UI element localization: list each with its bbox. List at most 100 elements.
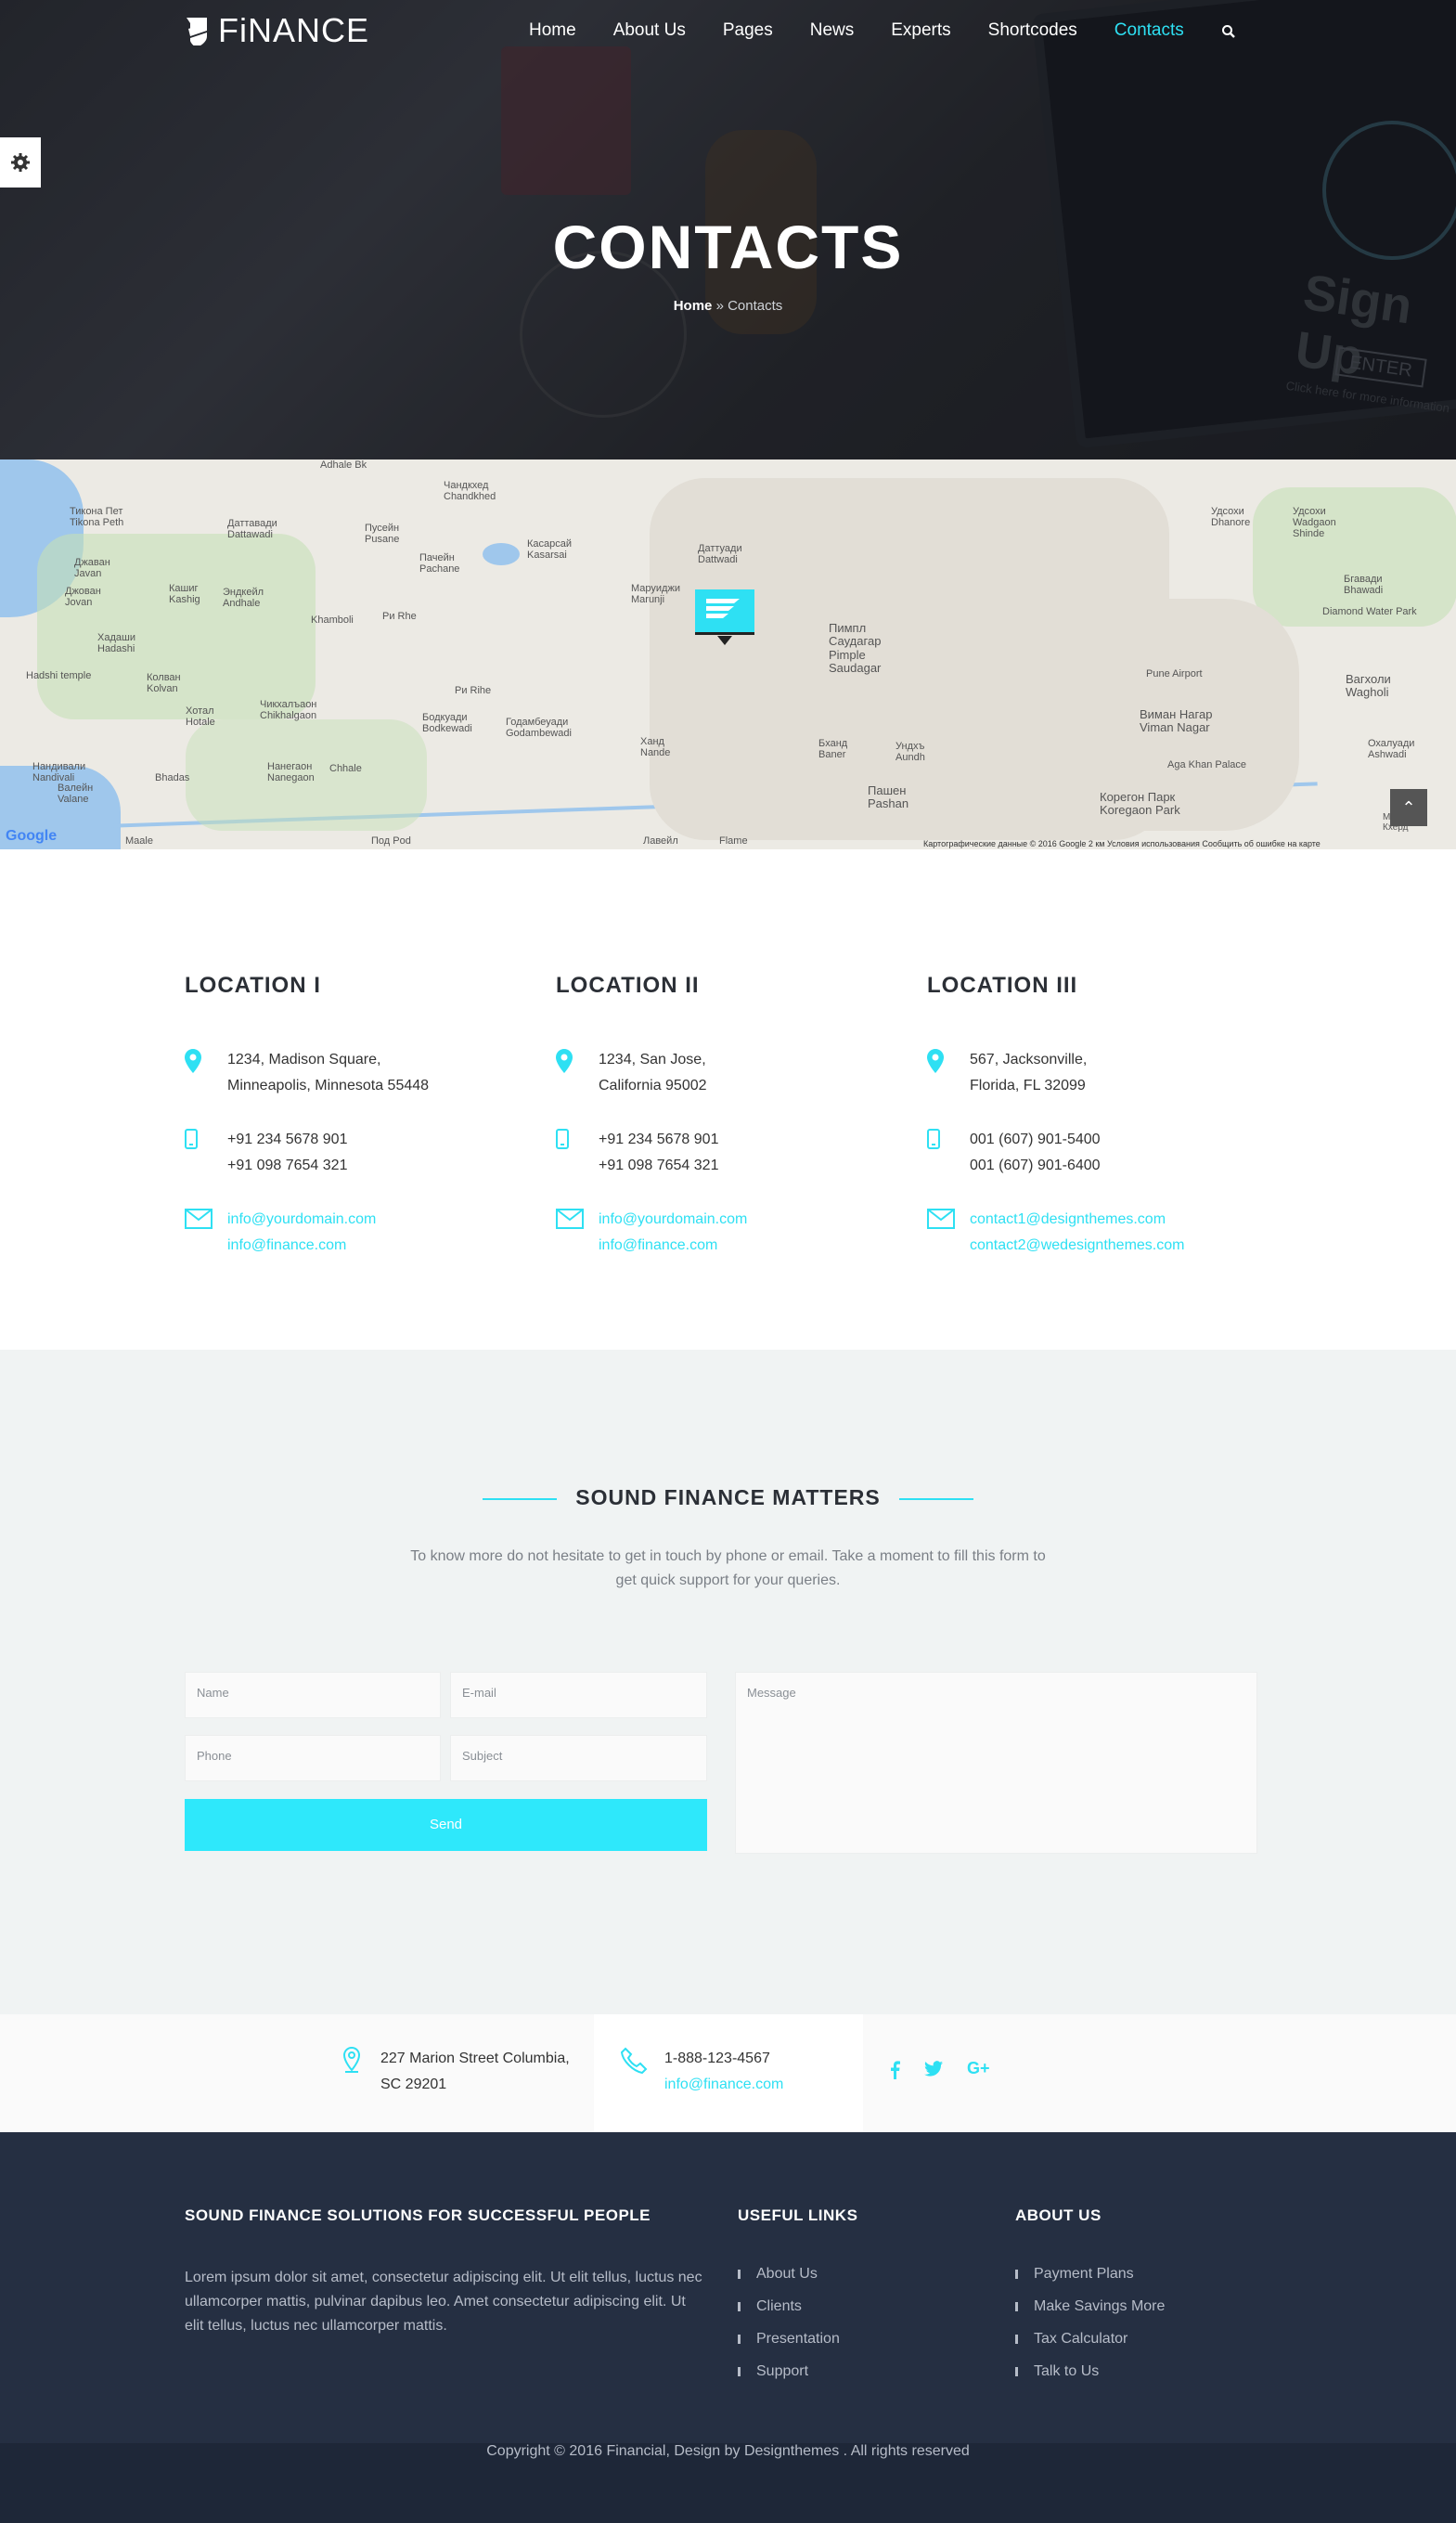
scroll-top-button[interactable]: ⌃ bbox=[1390, 789, 1427, 826]
map-label: Годамбеуади Godambewadi bbox=[506, 717, 572, 740]
google-map[interactable]: Adhale Bk Чандкхед Chandkhed Тиконa Пет … bbox=[0, 459, 1456, 849]
map-label: Хотал Hotale bbox=[186, 705, 215, 729]
breadcrumb-home[interactable]: Home bbox=[674, 298, 713, 314]
google-plus-icon[interactable]: G+ bbox=[967, 2059, 990, 2079]
footer-links-title: USEFUL LINKS bbox=[738, 2206, 858, 2224]
logo-shield-icon bbox=[187, 18, 207, 45]
contact-info-strip: 227 Marion Street Columbia, SC 29201 1-88… bbox=[0, 2014, 1456, 2132]
map-label: Aga Khan Palace bbox=[1167, 759, 1247, 770]
footer-link[interactable]: Clients bbox=[738, 2298, 840, 2315]
nav-contacts[interactable]: Contacts bbox=[1115, 20, 1184, 41]
useful-links-list: About Us Clients Presentation Support bbox=[738, 2266, 840, 2396]
phone-row: 001 (607) 901-5400 001 (607) 901-6400 bbox=[927, 1127, 1298, 1179]
nav-news[interactable]: News bbox=[810, 20, 855, 41]
nav-shortcodes[interactable]: Shortcodes bbox=[988, 20, 1077, 41]
footer-link[interactable]: Support bbox=[738, 2363, 840, 2380]
envelope-icon bbox=[556, 1209, 584, 1229]
footer-link[interactable]: Talk to Us bbox=[1015, 2363, 1165, 2380]
email-link[interactable]: info@yourdomain.com bbox=[599, 1207, 747, 1233]
map-label: Даттуади Dattwadi bbox=[698, 543, 742, 566]
phone-number[interactable]: +91 234 5678 901 bbox=[227, 1127, 347, 1153]
map-label: Chhale bbox=[329, 763, 362, 774]
email-link[interactable]: info@finance.com bbox=[599, 1233, 747, 1259]
map-location-marker[interactable] bbox=[695, 589, 754, 645]
phone-row: +91 234 5678 901 +91 098 7654 321 bbox=[556, 1127, 927, 1179]
phone-number[interactable]: 001 (607) 901-6400 bbox=[970, 1153, 1101, 1179]
nav-about-us[interactable]: About Us bbox=[613, 20, 686, 41]
search-icon[interactable] bbox=[1221, 24, 1236, 39]
twitter-icon[interactable] bbox=[924, 2061, 943, 2077]
breadcrumb-separator: » bbox=[715, 298, 724, 314]
email-link[interactable]: info@yourdomain.com bbox=[227, 1207, 376, 1233]
email-link[interactable]: info@finance.com bbox=[227, 1233, 376, 1259]
subject-input[interactable]: Subject bbox=[450, 1735, 707, 1781]
email-row: info@yourdomain.com info@finance.com bbox=[185, 1207, 556, 1259]
phone-number[interactable]: 001 (607) 901-5400 bbox=[970, 1127, 1101, 1153]
map-label: Под Pod bbox=[371, 835, 411, 847]
name-input[interactable]: Name bbox=[185, 1672, 441, 1718]
strip-phone[interactable]: 1-888-123-4567 bbox=[664, 2046, 783, 2072]
footer-link[interactable]: Tax Calculator bbox=[1015, 2331, 1165, 2348]
section-heading: SOUND FINANCE MATTERS bbox=[0, 1485, 1456, 1510]
social-links: G+ bbox=[889, 2059, 990, 2079]
address-row: 1234, San Jose, California 95002 bbox=[556, 1047, 927, 1099]
envelope-icon bbox=[185, 1209, 213, 1229]
message-textarea[interactable]: Message bbox=[735, 1672, 1257, 1854]
about-links-list: Payment Plans Make Savings More Tax Calc… bbox=[1015, 2266, 1165, 2396]
email-link[interactable]: contact1@designthemes.com bbox=[970, 1207, 1184, 1233]
email-link[interactable]: contact2@wedesignthemes.com bbox=[970, 1233, 1184, 1259]
email-input[interactable]: E-mail bbox=[450, 1672, 707, 1718]
map-pin-icon bbox=[342, 2046, 361, 2073]
strip-address-line: 227 Marion Street Columbia, bbox=[380, 2051, 570, 2066]
section-subtitle: To know more do not hesitate to get in t… bbox=[410, 1548, 1046, 1588]
nav-experts[interactable]: Experts bbox=[891, 20, 950, 41]
map-label: Валейн Valane bbox=[58, 783, 94, 806]
map-label: Лавейл bbox=[643, 835, 678, 847]
map-pin-icon bbox=[556, 1049, 573, 1073]
send-button[interactable]: Send bbox=[185, 1799, 707, 1851]
footer-link[interactable]: About Us bbox=[738, 2266, 840, 2283]
map-label: Нанегаон Nanegaon bbox=[267, 761, 315, 784]
location-card: LOCATION I 1234, Madison Square, Minneapo… bbox=[185, 973, 556, 1287]
email-row: contact1@designthemes.com contact2@wedesi… bbox=[927, 1207, 1298, 1259]
map-attribution[interactable]: Картографические данные © 2016 Google 2 … bbox=[923, 839, 1321, 848]
page-title: CONTACTS bbox=[552, 213, 904, 281]
breadcrumb-current: Contacts bbox=[728, 298, 783, 314]
site-logo[interactable]: FiNANCE bbox=[185, 11, 369, 50]
phone-input[interactable]: Phone bbox=[185, 1735, 441, 1781]
settings-toggle[interactable] bbox=[0, 137, 41, 188]
footer-link[interactable]: Payment Plans bbox=[1015, 2266, 1165, 2283]
map-label: Чандкхед Chandkhed bbox=[444, 480, 496, 503]
mobile-phone-icon bbox=[185, 1129, 198, 1149]
phone-row: +91 234 5678 901 +91 098 7654 321 bbox=[185, 1127, 556, 1179]
facebook-icon[interactable] bbox=[889, 2061, 900, 2079]
footer-link[interactable]: Make Savings More bbox=[1015, 2298, 1165, 2315]
footer-link[interactable]: Presentation bbox=[738, 2331, 840, 2348]
map-label: Виман Нагар Viman Nagar bbox=[1140, 707, 1213, 735]
locations-section: LOCATION I 1234, Madison Square, Minneapo… bbox=[185, 973, 1298, 1287]
email-row: info@yourdomain.com info@finance.com bbox=[556, 1207, 927, 1259]
mobile-phone-icon bbox=[556, 1129, 569, 1149]
map-label: Джаван Javan bbox=[74, 557, 110, 580]
heading-divider bbox=[483, 1497, 558, 1500]
phone-number[interactable]: +91 098 7654 321 bbox=[599, 1153, 718, 1179]
phone-number[interactable]: +91 098 7654 321 bbox=[227, 1153, 347, 1179]
map-label: Пимпл Саудагар Pimple Saudagar bbox=[829, 621, 882, 675]
footer-title: SOUND FINANCE SOLUTIONS FOR SUCCESSFUL P… bbox=[185, 2206, 651, 2224]
map-label: Бгавади Bhawadi bbox=[1344, 574, 1384, 597]
map-label: Khamboli bbox=[311, 615, 354, 626]
map-label: Пашен Pashan bbox=[868, 783, 909, 811]
breadcrumb: Home » Contacts bbox=[0, 298, 1456, 314]
contact-form-section: SOUND FINANCE MATTERS To know more do no… bbox=[0, 1350, 1456, 2014]
map-label: Ундхъ Aundh bbox=[896, 741, 925, 764]
nav-home[interactable]: Home bbox=[529, 20, 576, 41]
phone-number[interactable]: +91 234 5678 901 bbox=[599, 1127, 718, 1153]
envelope-icon bbox=[927, 1209, 955, 1229]
address-line: Florida, FL 32099 bbox=[970, 1078, 1086, 1093]
map-label: Даттавади Dattawadi bbox=[227, 518, 277, 541]
address-line: Minneapolis, Minnesota 55448 bbox=[227, 1078, 430, 1093]
nav-pages[interactable]: Pages bbox=[723, 20, 773, 41]
google-logo[interactable]: Google bbox=[6, 828, 57, 845]
strip-email[interactable]: info@finance.com bbox=[664, 2072, 783, 2098]
logo-shield-icon bbox=[706, 599, 740, 618]
